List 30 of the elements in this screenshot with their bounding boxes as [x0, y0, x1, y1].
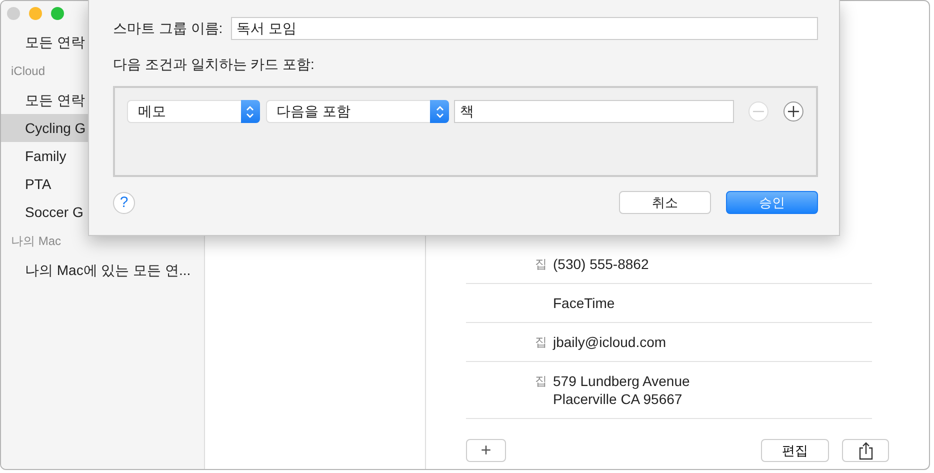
share-icon	[858, 442, 872, 460]
sidebar-item[interactable]: 나의 Mac에 있는 모든 연...	[1, 256, 204, 284]
field-value: jbaily@icloud.com	[553, 333, 666, 351]
add-icon[interactable]	[783, 101, 804, 122]
field-value: (530) 555-8862	[553, 255, 649, 273]
field-value: Placerville CA 95667	[553, 390, 684, 408]
field-popup[interactable]: 메모	[127, 100, 260, 123]
updown-icon	[245, 104, 256, 118]
cancel-button[interactable]: 취소	[619, 191, 711, 214]
name-label: 스마트 그룹 이름:	[113, 20, 223, 38]
field-label: 집	[534, 334, 547, 351]
share-button[interactable]	[842, 439, 889, 462]
help-button[interactable]: ?	[113, 192, 135, 214]
add-button[interactable]: +	[466, 439, 506, 462]
field-value: 579 Lundberg Avenue	[553, 372, 690, 390]
field-value: FaceTime	[553, 294, 615, 312]
name-field[interactable]: 독서 모임	[230, 17, 818, 40]
section-header: 나의 Mac	[11, 232, 62, 250]
remove-icon[interactable]	[748, 101, 770, 122]
close-button[interactable]	[7, 7, 20, 20]
updown-icon	[434, 104, 444, 118]
field-label: 집	[534, 256, 547, 273]
field-label: 집	[534, 373, 547, 390]
zoom-button[interactable]	[51, 7, 64, 20]
criteria-label: 다음 조건과 일치하는 카드 포함:	[113, 56, 314, 72]
operator-popup[interactable]: 다음을 포함	[266, 100, 449, 123]
minimize-button[interactable]	[29, 7, 42, 20]
section-header: iCloud	[11, 64, 46, 78]
edit-button[interactable]: 편집	[761, 439, 829, 462]
value-field[interactable]: 책	[454, 100, 734, 123]
